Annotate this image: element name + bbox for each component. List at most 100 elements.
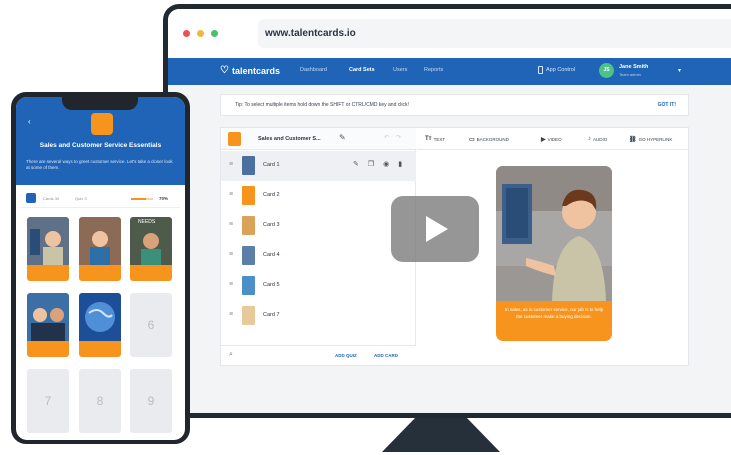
card-row[interactable]: ≡ Card 4 bbox=[221, 241, 416, 271]
background-tool-label: BACKGROUND bbox=[476, 137, 509, 142]
drag-handle-icon[interactable]: ≡ bbox=[229, 221, 233, 228]
text-icon: Tт bbox=[425, 136, 432, 142]
deck-icon bbox=[91, 113, 113, 135]
card-tile-caption bbox=[79, 341, 121, 357]
empty-card-tile[interactable]: 6 bbox=[130, 293, 172, 357]
card-list-pane: Sales and Customer S... ✎ ↶ ↷ ≡ Card 1 ✎… bbox=[221, 128, 416, 365]
card-row[interactable]: ≡ Card 3 bbox=[221, 211, 416, 241]
card-row[interactable]: ≡ Card 5 bbox=[221, 271, 416, 301]
card-tile-image bbox=[79, 293, 121, 341]
card-thumbnail bbox=[242, 306, 255, 325]
card-thumbnail bbox=[242, 216, 255, 235]
drag-handle-icon[interactable]: ≡ bbox=[229, 251, 233, 258]
avatar[interactable]: JS bbox=[599, 63, 614, 78]
card-label: Card 4 bbox=[263, 252, 280, 258]
card-row[interactable]: ≡ Card 7 bbox=[221, 301, 416, 331]
card-actions: ✎ ❐ ◉ ▮ bbox=[353, 160, 402, 168]
phone-stats-bar: Cards 30 Quiz 3 70% bbox=[21, 190, 180, 208]
redo-icon[interactable]: ↷ bbox=[396, 134, 401, 141]
minimize-window-dot[interactable] bbox=[197, 30, 204, 37]
phone-card-tile[interactable] bbox=[27, 217, 69, 281]
undo-icon[interactable]: ↶ bbox=[384, 134, 389, 141]
card-tile-image bbox=[27, 217, 69, 265]
edit-title-icon[interactable]: ✎ bbox=[339, 133, 346, 142]
nav-dashboard[interactable]: Dashboard bbox=[300, 67, 327, 73]
card-thumbnail bbox=[242, 156, 255, 175]
progress-bar bbox=[131, 198, 153, 200]
deck-title: Sales and Customer S... bbox=[258, 136, 321, 142]
drag-handle-icon[interactable]: ≡ bbox=[229, 191, 233, 198]
video-tool-label: VIDEO bbox=[547, 137, 562, 142]
hyperlink-tool[interactable]: ⛓ GO HYPERLINK bbox=[629, 136, 672, 143]
monitor-stand bbox=[382, 418, 500, 452]
empty-card-tile[interactable]: 8 bbox=[79, 369, 121, 433]
add-card-button[interactable]: ADD CARD bbox=[374, 353, 398, 358]
back-chevron-icon[interactable]: ‹ bbox=[28, 117, 31, 126]
phone-card-tile[interactable] bbox=[79, 217, 121, 281]
search-icon[interactable]: ⌕ bbox=[229, 351, 233, 359]
link-icon: ⛓ bbox=[629, 137, 637, 143]
card-thumbnail bbox=[242, 276, 255, 295]
phone-screen: ‹ Sales and Customer Service Essentials … bbox=[16, 97, 185, 440]
app-nav: ♡ talentcards Dashboard Card Sets Users … bbox=[168, 58, 731, 85]
tip-banner: Tip: To select multiple items hold down … bbox=[220, 94, 689, 116]
got-it-button[interactable]: GOT IT! bbox=[658, 102, 676, 108]
add-quiz-button[interactable]: ADD QUIZ bbox=[335, 353, 357, 358]
empty-card-tile[interactable]: 9 bbox=[130, 369, 172, 433]
close-window-dot[interactable] bbox=[183, 30, 190, 37]
card-label: Card 2 bbox=[263, 192, 280, 198]
nav-users[interactable]: Users bbox=[393, 67, 407, 73]
app-control-link[interactable]: App Control bbox=[538, 66, 575, 74]
quiz-count: Quiz 3 bbox=[75, 196, 87, 201]
logo[interactable]: ♡ talentcards bbox=[220, 65, 280, 76]
card-tile-caption bbox=[130, 265, 172, 281]
edit-icon[interactable]: ✎ bbox=[353, 160, 359, 168]
heart-logo-icon: ♡ bbox=[220, 65, 229, 76]
user-role: Team admin bbox=[619, 72, 641, 77]
nav-reports[interactable]: Reports bbox=[424, 67, 443, 73]
video-play-button[interactable] bbox=[391, 196, 479, 262]
drag-handle-icon[interactable]: ≡ bbox=[229, 311, 233, 318]
cards-count: Cards 30 bbox=[43, 196, 60, 201]
card-row[interactable]: ≡ Card 2 bbox=[221, 181, 416, 211]
video-icon: ▶ bbox=[541, 137, 546, 143]
chevron-down-icon[interactable]: ▾ bbox=[678, 67, 681, 74]
phone-card-tile[interactable]: NEEDS bbox=[130, 217, 172, 281]
card-thumbnail bbox=[242, 186, 255, 205]
nav-card-sets[interactable]: Card Sets bbox=[349, 67, 375, 73]
user-name[interactable]: Jane Smith bbox=[619, 64, 648, 70]
address-bar[interactable]: www.talentcards.io bbox=[258, 19, 731, 48]
card-preview-image bbox=[496, 166, 612, 301]
trash-icon[interactable]: ▮ bbox=[398, 160, 402, 168]
phone-deck-description: There are several ways to greet customer… bbox=[26, 159, 173, 170]
card-row[interactable]: ≡ Card 1 ✎ ❐ ◉ ▮ bbox=[221, 151, 416, 181]
progress-fill bbox=[131, 198, 147, 200]
text-tool-label: TEXT bbox=[433, 136, 446, 142]
editor-toolbar: Tт TEXT ▭ BACKGROUND ▶ VIDEO ♪ AUDIO ⛓ G… bbox=[417, 128, 688, 150]
duplicate-icon[interactable]: ❐ bbox=[368, 160, 374, 168]
audio-tool[interactable]: ♪ AUDIO bbox=[588, 136, 607, 142]
video-tool[interactable]: ▶ VIDEO bbox=[541, 136, 562, 143]
card-label: Card 3 bbox=[263, 222, 280, 228]
empty-card-tile[interactable]: 7 bbox=[27, 369, 69, 433]
card-tile-caption bbox=[79, 265, 121, 281]
eye-icon[interactable]: ◉ bbox=[383, 160, 389, 168]
drag-handle-icon[interactable]: ≡ bbox=[229, 281, 233, 288]
phone-notch bbox=[62, 97, 138, 110]
hyperlink-tool-label: GO HYPERLINK bbox=[638, 137, 673, 142]
card-tile-image: NEEDS bbox=[130, 217, 172, 265]
progress-percent: 70% bbox=[159, 196, 169, 201]
card-label: Card 7 bbox=[263, 312, 280, 318]
needs-label: NEEDS bbox=[138, 219, 156, 225]
card-preview[interactable]: In sales, as in customer service, our jo… bbox=[496, 166, 612, 341]
text-tool[interactable]: Tт TEXT bbox=[425, 136, 445, 142]
phone-card-tile[interactable] bbox=[79, 293, 121, 357]
card-preview-caption: In sales, as in customer service, our jo… bbox=[496, 301, 612, 341]
phone-card-tile[interactable] bbox=[27, 293, 69, 357]
background-tool[interactable]: ▭ BACKGROUND bbox=[469, 136, 509, 143]
card-tile-caption bbox=[27, 265, 69, 281]
deck-thumbnail bbox=[228, 132, 241, 146]
music-icon: ♪ bbox=[588, 136, 591, 142]
maximize-window-dot[interactable] bbox=[211, 30, 218, 37]
drag-handle-icon[interactable]: ≡ bbox=[229, 161, 233, 168]
